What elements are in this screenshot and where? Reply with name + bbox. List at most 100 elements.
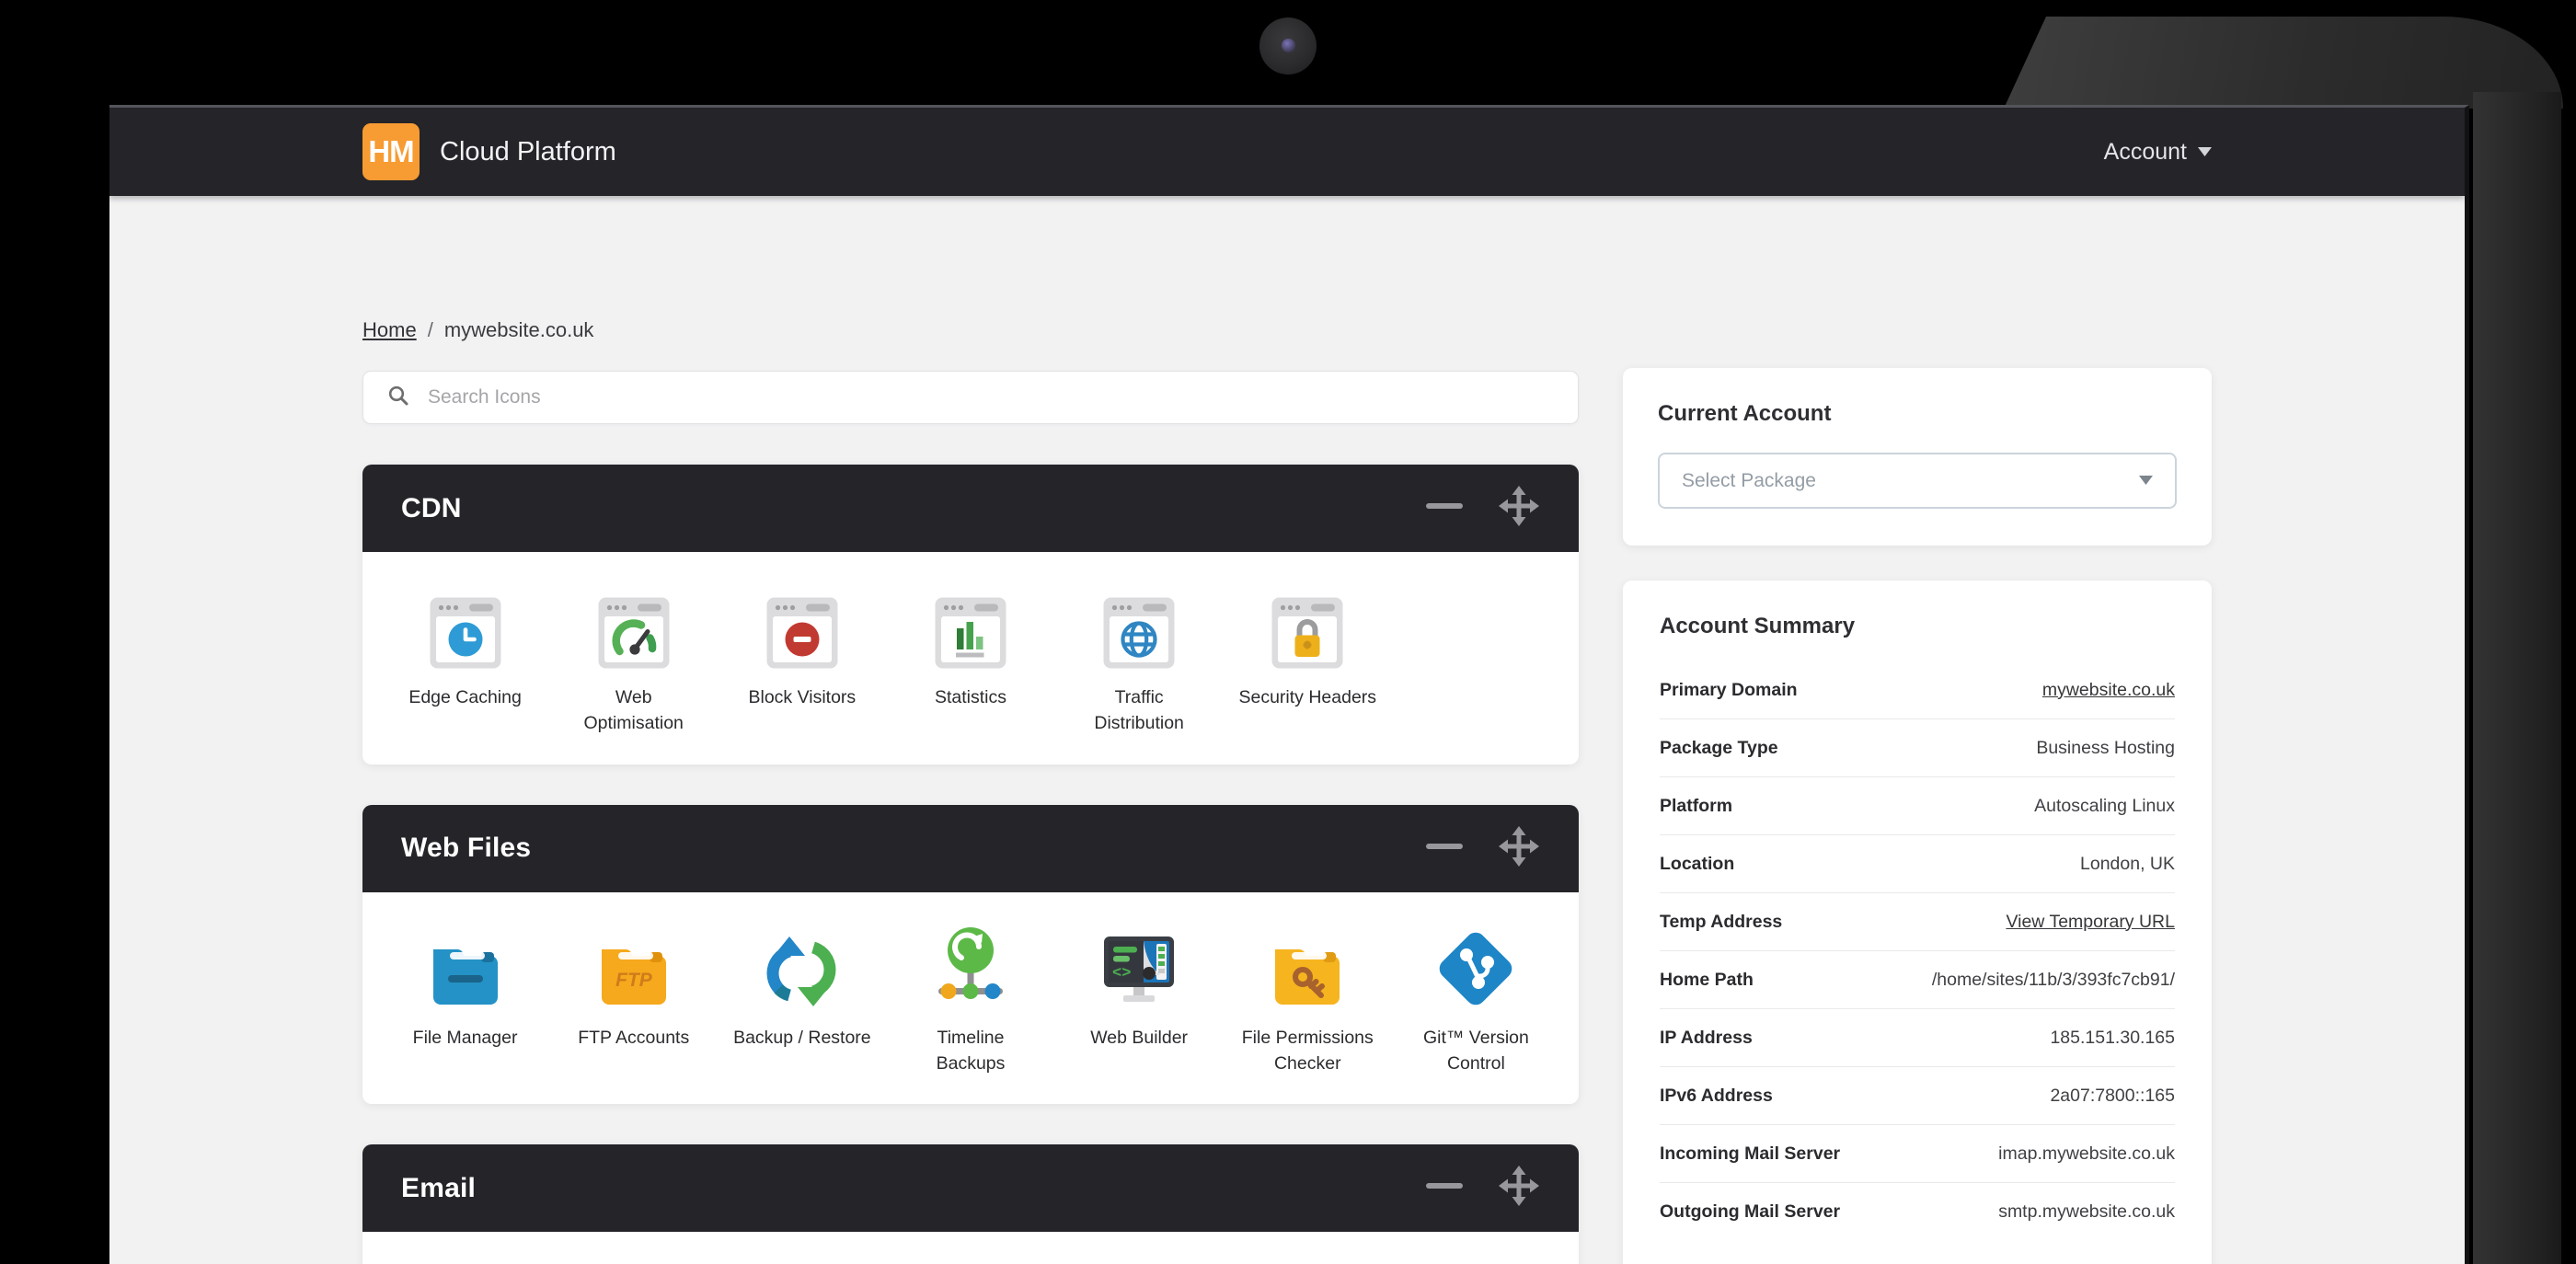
- breadcrumb-current: mywebsite.co.uk: [444, 318, 594, 342]
- tile-web-optimisation[interactable]: Web Optimisation: [549, 585, 718, 737]
- summary-value-link[interactable]: View Temporary URL: [2006, 912, 2175, 933]
- collapse-section-button[interactable]: [1424, 1166, 1465, 1211]
- summary-label: Temp Address: [1660, 912, 1782, 933]
- summary-value: Business Hosting: [2036, 738, 2175, 759]
- main-column: Home / mywebsite.co.uk CDNEdge CachingWe…: [362, 318, 1579, 1264]
- account-label: Account: [2104, 139, 2187, 166]
- tile-statistics[interactable]: Statistics: [886, 585, 1054, 737]
- search-icon: [387, 385, 409, 411]
- file-manager-icon: [424, 925, 507, 1010]
- section-tools: [1424, 825, 1540, 872]
- tile-file-permissions-checker[interactable]: File Permissions Checker: [1224, 925, 1392, 1077]
- tile-timeline-backups[interactable]: Timeline Backups: [886, 925, 1054, 1077]
- hm-logo: HM: [362, 123, 420, 180]
- device-mockup: HM Cloud Platform Account Home / mywebsi…: [0, 0, 2576, 1264]
- search-input[interactable]: [426, 385, 1554, 409]
- summary-row-incoming-mail-server: Incoming Mail Server imap.mywebsite.co.uk: [1660, 1124, 2175, 1182]
- tile-label: File Manager: [413, 1025, 518, 1051]
- summary-row-primary-domain: Primary Domain mywebsite.co.uk: [1660, 661, 2175, 718]
- tile-file-manager[interactable]: File Manager: [381, 925, 549, 1077]
- tile-edge-caching[interactable]: Edge Caching: [381, 585, 549, 737]
- summary-value: smtp.mywebsite.co.uk: [1998, 1201, 2175, 1223]
- summary-label: Package Type: [1660, 738, 1778, 759]
- brand-name: Cloud Platform: [440, 137, 616, 167]
- section-tools: [1424, 1165, 1540, 1212]
- section-web-files: Web Files File Manager FTP FTP Accounts Back…: [362, 805, 1579, 1105]
- section-body: Edge CachingWeb Optimisation Block Visito…: [362, 552, 1579, 764]
- summary-row-outgoing-mail-server: Outgoing Mail Server smtp.mywebsite.co.uk: [1660, 1182, 2175, 1240]
- tile-web-builder[interactable]: <> Web Builder: [1055, 925, 1224, 1077]
- summary-label: Platform: [1660, 796, 1732, 817]
- side-column: Current Account Select Package Account S…: [1623, 318, 2212, 1264]
- package-select[interactable]: Select Package: [1658, 453, 2177, 509]
- summary-row-package-type: Package Type Business Hosting: [1660, 718, 2175, 776]
- breadcrumb: Home / mywebsite.co.uk: [362, 318, 1579, 342]
- section-body: File Manager FTP FTP Accounts Backup / Rest…: [362, 892, 1579, 1105]
- tile-label: Timeline Backups: [937, 1025, 1006, 1077]
- section-title: CDN: [401, 493, 462, 524]
- summary-row-platform: Platform Autoscaling Linux: [1660, 776, 2175, 834]
- tile-label: Backup / Restore: [733, 1025, 871, 1051]
- move-section-handle[interactable]: [1498, 485, 1540, 532]
- tile-ftp-accounts[interactable]: FTP FTP Accounts: [549, 925, 718, 1077]
- summary-value-link[interactable]: mywebsite.co.uk: [2042, 680, 2175, 701]
- webcam: [1259, 17, 1317, 75]
- summary-row-temp-address: Temp Address View Temporary URL: [1660, 892, 2175, 950]
- summary-label: IPv6 Address: [1660, 1086, 1773, 1107]
- section-body: [362, 1232, 1579, 1264]
- screen: HM Cloud Platform Account Home / mywebsi…: [109, 105, 2469, 1264]
- summary-value: imap.mywebsite.co.uk: [1998, 1143, 2175, 1165]
- summary-value: 2a07:7800::165: [2050, 1086, 2175, 1107]
- summary-value: London, UK: [2080, 854, 2175, 875]
- section-header: CDN: [362, 465, 1579, 552]
- tile-security-headers[interactable]: Security Headers: [1224, 585, 1392, 737]
- tile-label: FTP Accounts: [578, 1025, 689, 1051]
- brand[interactable]: HM Cloud Platform: [362, 123, 616, 180]
- summary-label: Primary Domain: [1660, 680, 1798, 701]
- web-optimisation-icon: [597, 585, 671, 670]
- account-summary-card: Account Summary Primary Domainmywebsite.…: [1623, 580, 2212, 1264]
- block-visitors-icon: [765, 585, 839, 670]
- section-title: Web Files: [401, 833, 531, 864]
- current-account-title: Current Account: [1658, 401, 2177, 427]
- tile-label: Web Builder: [1090, 1025, 1188, 1051]
- tile-label: Security Headers: [1238, 684, 1376, 710]
- move-section-handle[interactable]: [1498, 825, 1540, 872]
- web-builder-icon: <>: [1098, 925, 1180, 1010]
- section-email: Email: [362, 1144, 1579, 1264]
- svg-text:FTP: FTP: [615, 970, 653, 991]
- tile-backup-restore[interactable]: Backup / Restore: [718, 925, 886, 1077]
- search-bar: [362, 371, 1579, 424]
- account-summary-rows: Primary Domain mywebsite.co.uk Package Typ…: [1660, 661, 2175, 1240]
- summary-label: Incoming Mail Server: [1660, 1143, 1840, 1165]
- tile-label: Statistics: [935, 684, 1006, 710]
- summary-value: Autoscaling Linux: [2034, 796, 2175, 817]
- tile-label: Traffic Distribution: [1094, 684, 1184, 737]
- ftp-accounts-icon: FTP: [592, 925, 675, 1010]
- chevron-down-icon: [2198, 147, 2212, 156]
- section-cdn: CDN Edge CachingWeb Optimisation Block Vis…: [362, 465, 1579, 764]
- summary-label: Outgoing Mail Server: [1660, 1201, 1840, 1223]
- summary-row-ipv6-address: IPv6 Address 2a07:7800::165: [1660, 1066, 2175, 1124]
- collapse-section-button[interactable]: [1424, 826, 1465, 871]
- tile-label: Block Visitors: [749, 684, 857, 710]
- tile-label: File Permissions Checker: [1242, 1025, 1374, 1077]
- summary-value: 185.151.30.165: [2050, 1028, 2175, 1049]
- statistics-icon: [934, 585, 1007, 670]
- current-account-card: Current Account Select Package: [1623, 368, 2212, 546]
- top-navbar: HM Cloud Platform Account: [109, 108, 2465, 196]
- tile-block-visitors[interactable]: Block Visitors: [718, 585, 886, 737]
- account-menu[interactable]: Account: [2104, 139, 2212, 166]
- webcam-lens: [1282, 39, 1295, 52]
- tile-traffic-distribution[interactable]: Traffic Distribution: [1055, 585, 1224, 737]
- section-tools: [1424, 485, 1540, 532]
- move-section-handle[interactable]: [1498, 1165, 1540, 1212]
- collapse-section-button[interactable]: [1424, 486, 1465, 531]
- breadcrumb-home-link[interactable]: Home: [362, 318, 417, 342]
- file-permissions-checker-icon: [1266, 925, 1349, 1010]
- summary-label: Location: [1660, 854, 1734, 875]
- edge-caching-icon: [429, 585, 502, 670]
- tile-git-version-control[interactable]: Git™ Version Control: [1392, 925, 1560, 1077]
- summary-label: Home Path: [1660, 970, 1754, 991]
- timeline-backups-icon: [929, 925, 1012, 1010]
